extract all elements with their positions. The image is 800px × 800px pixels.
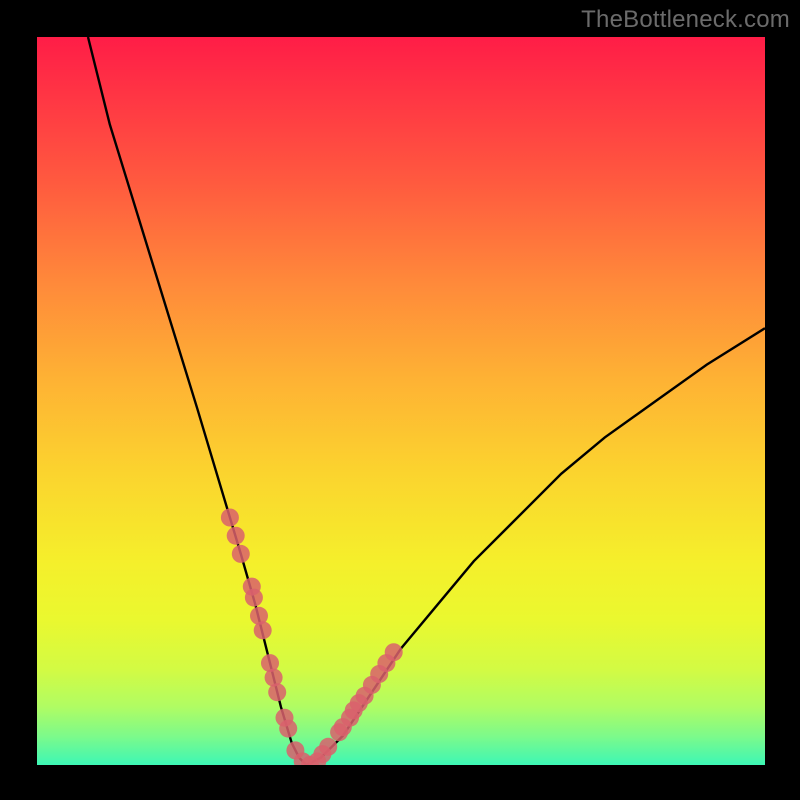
marker-dot bbox=[227, 527, 245, 545]
marker-dot bbox=[245, 589, 263, 607]
marker-dot bbox=[254, 621, 272, 639]
marker-dot bbox=[279, 720, 297, 738]
chart-frame: TheBottleneck.com bbox=[0, 0, 800, 800]
marker-dot bbox=[232, 545, 250, 563]
marker-dot bbox=[319, 738, 337, 756]
marker-dot bbox=[221, 509, 239, 527]
watermark-text: TheBottleneck.com bbox=[581, 6, 790, 34]
marker-dot bbox=[385, 643, 403, 661]
chart-svg bbox=[37, 37, 765, 765]
bottleneck-curve bbox=[88, 37, 765, 765]
marker-dot bbox=[268, 683, 286, 701]
plot-area bbox=[37, 37, 765, 765]
highlight-markers bbox=[221, 509, 403, 766]
